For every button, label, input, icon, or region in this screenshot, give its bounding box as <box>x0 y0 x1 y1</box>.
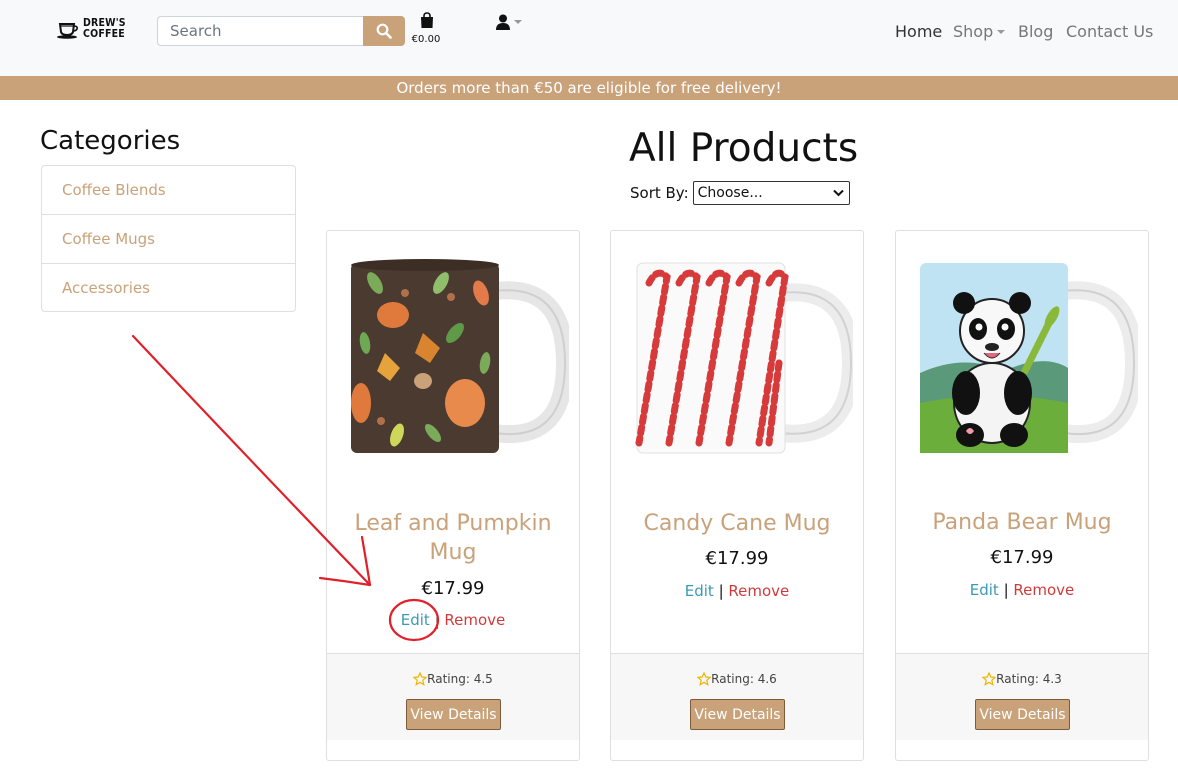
search-icon <box>376 23 392 39</box>
sort-select[interactable]: Choose... <box>692 181 850 205</box>
remove-link[interactable]: Remove <box>444 611 505 629</box>
cart-link[interactable]: €0.00 <box>412 12 442 45</box>
page-title: All Products <box>629 126 859 171</box>
product-image[interactable] <box>345 253 569 463</box>
rating-text: Rating: 4.3 <box>996 672 1062 686</box>
product-card: Leaf and Pumpkin Mug €17.99 Edit | Remov… <box>326 230 580 761</box>
product-price: €17.99 <box>421 578 485 599</box>
star-icon <box>982 672 997 686</box>
chevron-down-icon <box>832 189 844 197</box>
product-image[interactable] <box>629 253 853 463</box>
product-name-line2: Mug <box>429 540 477 565</box>
cart-total: €0.00 <box>411 34 441 45</box>
view-details-button[interactable]: View Details <box>406 699 501 730</box>
user-icon <box>496 14 510 30</box>
separator: | <box>434 611 440 629</box>
navbar: DREW'S COFFEE €0.00 Home Shop Blog Conta… <box>0 0 1178 76</box>
separator: | <box>718 582 724 600</box>
categories-heading: Categories <box>40 126 181 156</box>
search-button[interactable] <box>363 16 405 46</box>
category-coffee-mugs[interactable]: Coffee Mugs <box>42 215 295 264</box>
product-admin-actions: Edit | Remove <box>621 582 853 600</box>
product-card: Candy Cane Mug €17.99 Edit | Remove Rati… <box>610 230 864 761</box>
rating-text: Rating: 4.5 <box>427 672 493 686</box>
edit-link[interactable]: Edit <box>970 581 999 599</box>
product-rating: Rating: 4.6 <box>611 672 863 686</box>
nav-blog[interactable]: Blog <box>1018 22 1053 41</box>
product-name[interactable]: Panda Bear Mug <box>906 508 1138 537</box>
remove-link[interactable]: Remove <box>728 582 789 600</box>
category-coffee-blends[interactable]: Coffee Blends <box>42 166 295 215</box>
chevron-down-icon <box>514 19 522 24</box>
nav-home[interactable]: Home <box>895 22 942 41</box>
free-delivery-banner: Orders more than €50 are eligible for fr… <box>0 76 1178 100</box>
product-name[interactable]: Candy Cane Mug <box>621 509 853 538</box>
nav-shop-label: Shop <box>953 22 994 41</box>
rating-text: Rating: 4.6 <box>711 672 777 686</box>
logo[interactable]: DREW'S COFFEE <box>56 18 131 40</box>
coffee-cup-icon <box>57 23 78 39</box>
nav-contact[interactable]: Contact Us <box>1066 22 1153 41</box>
product-price: €17.99 <box>705 548 769 569</box>
product-name[interactable]: Leaf and Pumpkin Mug <box>337 509 569 567</box>
view-details-button[interactable]: View Details <box>975 699 1070 730</box>
logo-text: DREW'S COFFEE <box>83 18 126 40</box>
card-footer: Rating: 4.5 View Details <box>327 653 579 740</box>
star-icon <box>697 672 712 686</box>
separator: | <box>1003 581 1009 599</box>
shopping-bag-icon <box>421 12 433 28</box>
logo-line2: COFFEE <box>83 28 125 40</box>
nav-shop[interactable]: Shop <box>953 22 1006 41</box>
card-footer: Rating: 4.6 View Details <box>611 653 863 740</box>
star-icon <box>413 672 428 686</box>
product-image[interactable] <box>914 253 1138 463</box>
card-footer: Rating: 4.3 View Details <box>896 653 1148 740</box>
product-card: Panda Bear Mug €17.99 Edit | Remove Rati… <box>895 230 1149 761</box>
categories-list: Coffee Blends Coffee Mugs Accessories <box>41 165 296 312</box>
product-rating: Rating: 4.3 <box>896 672 1148 686</box>
product-rating: Rating: 4.5 <box>327 672 579 686</box>
sort-control: Sort By: Choose... <box>630 181 850 205</box>
search-input[interactable] <box>157 16 364 46</box>
sort-selected-value: Choose... <box>697 185 763 201</box>
edit-link[interactable]: Edit <box>685 582 714 600</box>
product-admin-actions: Edit | Remove <box>906 581 1138 599</box>
sort-label: Sort By: <box>630 184 689 202</box>
chevron-down-icon <box>997 30 1006 34</box>
product-price: €17.99 <box>990 547 1054 568</box>
edit-link[interactable]: Edit <box>401 611 430 629</box>
product-name-line1: Leaf and Pumpkin <box>354 511 552 536</box>
account-menu[interactable] <box>495 14 522 31</box>
category-accessories[interactable]: Accessories <box>42 264 295 311</box>
remove-link[interactable]: Remove <box>1013 581 1074 599</box>
product-admin-actions: Edit | Remove <box>337 611 569 629</box>
view-details-button[interactable]: View Details <box>690 699 785 730</box>
